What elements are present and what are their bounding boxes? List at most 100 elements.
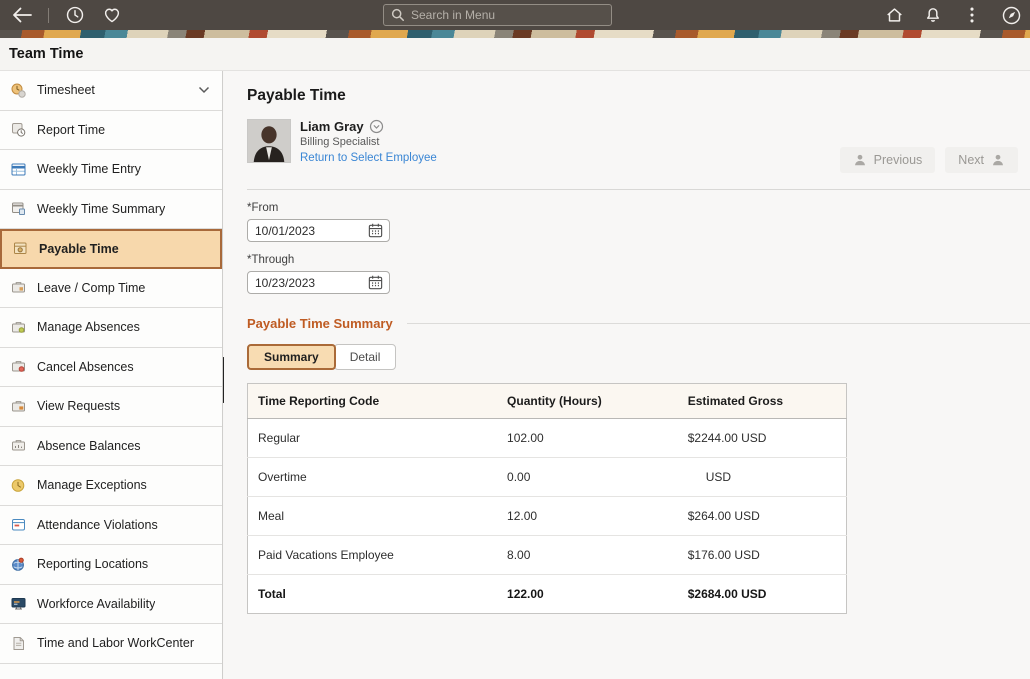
topbar-divider bbox=[48, 7, 49, 23]
page-title-bar: Team Time bbox=[0, 38, 1030, 71]
decorative-banner bbox=[0, 30, 1030, 38]
recent-history-icon[interactable] bbox=[64, 4, 86, 26]
person-icon bbox=[991, 153, 1005, 167]
column-header: Time Reporting Code bbox=[247, 383, 498, 419]
sidebar-item-reporting-locations[interactable]: Reporting Locations bbox=[0, 545, 222, 585]
sidebar-item-manage-exceptions[interactable]: Manage Exceptions bbox=[0, 466, 222, 506]
sidebar-item-manage-absences[interactable]: Manage Absences bbox=[0, 308, 222, 348]
calendar-icon[interactable] bbox=[366, 221, 385, 240]
table-cell: 0.00 bbox=[497, 457, 678, 497]
sidebar-item-weekly-time-entry[interactable]: Weekly Time Entry bbox=[0, 150, 222, 190]
table-row: Meal 12.00 $264.00 USD bbox=[247, 496, 847, 536]
table-cell: USD bbox=[677, 457, 847, 497]
sidebar-item-label: Attendance Violations bbox=[37, 517, 158, 532]
absence-balances-icon bbox=[10, 437, 27, 454]
table-header-row: Time Reporting Code Quantity (Hours) Estim… bbox=[247, 383, 847, 419]
manage-absences-icon bbox=[10, 319, 27, 336]
previous-button[interactable]: Previous bbox=[839, 147, 936, 173]
divider bbox=[247, 189, 1030, 190]
sidebar-item-label: Manage Absences bbox=[37, 320, 140, 335]
employee-actions-icon[interactable] bbox=[369, 119, 384, 134]
weekly-time-summary-icon bbox=[10, 200, 27, 217]
previous-label: Previous bbox=[873, 153, 923, 167]
pager: Previous Next bbox=[839, 147, 1018, 173]
from-date-field bbox=[247, 219, 390, 242]
workcenter-icon bbox=[10, 635, 27, 652]
leave-comp-time-icon bbox=[10, 279, 27, 296]
tab-detail[interactable]: Detail bbox=[333, 344, 397, 370]
search-icon bbox=[391, 8, 405, 22]
sidebar-item-cancel-absences[interactable]: Cancel Absences bbox=[0, 347, 222, 387]
sidebar-item-label: Weekly Time Entry bbox=[37, 162, 141, 177]
table-row: Paid Vacations Employee 8.00 $176.00 USD bbox=[247, 535, 847, 575]
page-title: Team Time bbox=[9, 46, 84, 62]
through-label: *Through bbox=[247, 254, 295, 266]
calendar-icon[interactable] bbox=[366, 273, 385, 292]
sidebar-item-weekly-time-summary[interactable]: Weekly Time Summary bbox=[0, 189, 222, 229]
cancel-absences-icon bbox=[10, 358, 27, 375]
sidebar-item-label: Manage Exceptions bbox=[37, 478, 147, 493]
back-icon[interactable] bbox=[11, 4, 33, 26]
sidebar-item-label: Cancel Absences bbox=[37, 359, 134, 374]
sidebar-item-label: Workforce Availability bbox=[37, 596, 156, 611]
payable-time-table: Time Reporting Code Quantity (Hours) Estim… bbox=[247, 383, 847, 614]
table-cell: Total bbox=[258, 587, 286, 601]
attendance-violations-icon bbox=[10, 516, 27, 533]
next-button[interactable]: Next bbox=[945, 147, 1018, 173]
tab-summary[interactable]: Summary bbox=[247, 344, 336, 370]
home-icon[interactable] bbox=[883, 4, 905, 26]
reporting-locations-icon bbox=[10, 556, 27, 573]
from-label: *From bbox=[247, 202, 279, 214]
employee-avatar bbox=[247, 119, 291, 163]
weekly-time-entry-icon bbox=[10, 161, 27, 178]
sidebar-item-payable-time[interactable]: Payable Time bbox=[0, 229, 222, 269]
notifications-bell-icon[interactable] bbox=[922, 4, 944, 26]
sidebar-item-label: Report Time bbox=[37, 122, 106, 137]
table-cell: 8.00 bbox=[497, 535, 678, 575]
main-content: Payable Time Liam Gray Billing Specialis… bbox=[224, 71, 1030, 679]
table-total-row: Total 122.00 $2684.00 USD bbox=[248, 575, 847, 614]
favorites-heart-icon[interactable] bbox=[101, 4, 123, 26]
return-to-select-employee-link[interactable]: Return to Select Employee bbox=[300, 152, 437, 164]
sidebar-item-workforce-availability[interactable]: Workforce Availability bbox=[0, 584, 222, 624]
workforce-availability-icon bbox=[10, 595, 27, 612]
top-bar bbox=[0, 0, 1030, 30]
sidebar-item-leave-comp-time[interactable]: Leave / Comp Time bbox=[0, 268, 222, 308]
table-cell: 122.00 bbox=[507, 587, 544, 601]
sidebar-item-label: Payable Time bbox=[39, 241, 119, 256]
table-body: Regular 102.00 $2244.00 USD Overtime 0.00 USD… bbox=[247, 418, 847, 614]
heading-rule bbox=[406, 323, 1030, 324]
summary-detail-tabs: Summary Detail bbox=[247, 344, 1030, 370]
from-date-input[interactable] bbox=[255, 223, 366, 238]
table-cell: Regular bbox=[247, 418, 498, 458]
chevron-down-icon bbox=[198, 86, 214, 94]
table-cell: 102.00 bbox=[497, 418, 678, 458]
sidebar-item-label: Absence Balances bbox=[37, 438, 141, 453]
table-row: Regular 102.00 $2244.00 USD bbox=[247, 418, 847, 458]
sidebar-item-report-time[interactable]: Report Time bbox=[0, 110, 222, 150]
sidebar-item-timesheet[interactable]: Timesheet bbox=[0, 71, 222, 111]
view-requests-icon bbox=[10, 398, 27, 415]
sidebar-item-label: Timesheet bbox=[37, 83, 95, 98]
navbar-compass-icon[interactable] bbox=[1000, 4, 1022, 26]
timesheet-icon bbox=[10, 82, 27, 99]
table-cell: Overtime bbox=[247, 457, 498, 497]
sidebar-item-view-requests[interactable]: View Requests bbox=[0, 387, 222, 427]
sidebar-item-absence-balances[interactable]: Absence Balances bbox=[0, 426, 222, 466]
through-date-input[interactable] bbox=[255, 275, 366, 290]
search-input[interactable] bbox=[411, 8, 604, 22]
sidebar-item-label: Weekly Time Summary bbox=[37, 201, 166, 216]
through-date-field bbox=[247, 271, 390, 294]
manage-exceptions-icon bbox=[10, 477, 27, 494]
actions-kebab-icon[interactable] bbox=[961, 4, 983, 26]
table-cell: 12.00 bbox=[497, 496, 678, 536]
sidebar-item-label: View Requests bbox=[37, 399, 121, 414]
employee-name: Liam Gray bbox=[300, 119, 364, 134]
sidebar-item-attendance-violations[interactable]: Attendance Violations bbox=[0, 505, 222, 545]
sidebar-item-time-and-labor-workcenter[interactable]: Time and Labor WorkCenter bbox=[0, 624, 222, 664]
report-time-icon bbox=[10, 121, 27, 138]
table-cell: Meal bbox=[247, 496, 498, 536]
table-cell: Paid Vacations Employee bbox=[247, 535, 498, 575]
table-cell: $2684.00 USD bbox=[687, 587, 767, 601]
sidebar-item-label: Time and Labor WorkCenter bbox=[37, 636, 195, 651]
